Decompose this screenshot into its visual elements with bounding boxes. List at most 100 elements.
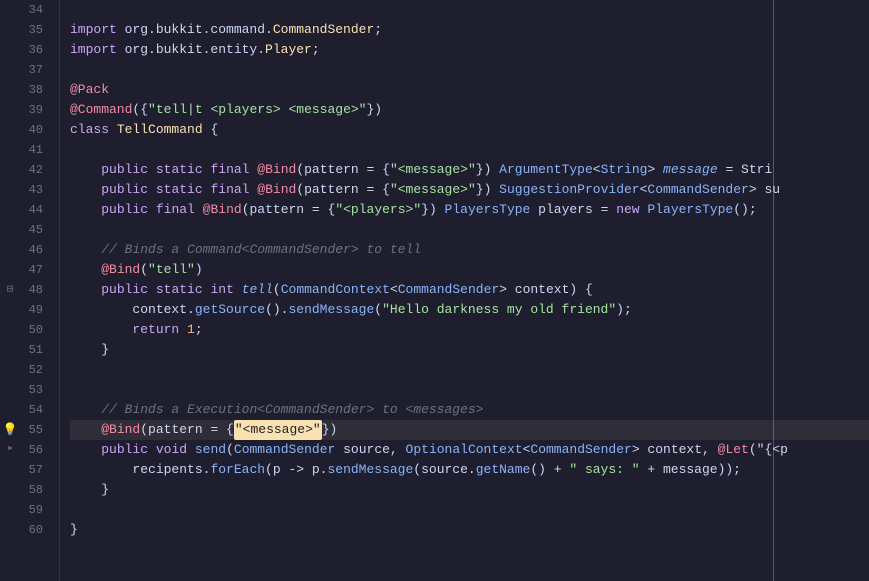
ann-bind-55: @Bind — [101, 420, 140, 440]
line-num-58: 58 — [20, 480, 51, 500]
icon-45 — [0, 220, 20, 240]
code-line-60: } — [70, 520, 869, 540]
assign-42: = Stri — [718, 160, 773, 180]
p2-56: source, — [335, 440, 405, 460]
code-line-39: @Command({"tell|t <players> <message>"}) — [70, 100, 869, 120]
s1-43 — [148, 180, 156, 200]
paren2-55: }) — [322, 420, 338, 440]
plain-35: org.bukkit.command. — [117, 20, 273, 40]
indent-48 — [70, 280, 101, 300]
p1-49: (). — [265, 300, 288, 320]
s1-48 — [148, 280, 156, 300]
line-num-39: 39 — [20, 100, 51, 120]
str-49: "Hello darkness my old friend" — [382, 300, 616, 320]
code-line-54: // Binds a Execution<CommandSender> to <… — [70, 400, 869, 420]
paren1-48: ( — [273, 280, 281, 300]
kw-public-56: public — [101, 440, 148, 460]
code-line-42: public static final @Bind(pattern = {"<m… — [70, 160, 869, 180]
brace-39: { — [140, 100, 148, 120]
line-num-44: 44 — [20, 200, 51, 220]
line-num-47: 47 — [20, 260, 51, 280]
semi-36: ; — [312, 40, 320, 60]
brace-51: } — [101, 340, 109, 360]
s2-44 — [195, 200, 203, 220]
kw-final-43: final — [210, 180, 249, 200]
paren1-43: (pattern = { — [296, 180, 390, 200]
line-num-40: 40 — [20, 120, 51, 140]
icon-50 — [0, 320, 20, 340]
kw-public-42: public — [101, 160, 148, 180]
line-num-59: 59 — [20, 500, 51, 520]
p2-57: (source. — [413, 460, 475, 480]
indent-42 — [70, 160, 101, 180]
fn2-49: sendMessage — [288, 300, 374, 320]
icon-37 — [0, 60, 20, 80]
kw-static-43: static — [156, 180, 203, 200]
code-line-58: } — [70, 480, 869, 500]
keyword-import-36: import — [70, 40, 117, 60]
icon-44 — [0, 200, 20, 220]
code-line-44: public final @Bind(pattern = {"<players>… — [70, 200, 869, 220]
comment-54: // Binds a Execution<CommandSender> to <… — [101, 400, 483, 420]
code-area: ⊟ 💡 ➤ 34 35 36 37 38 39 40 41 — [0, 0, 869, 581]
kw-final-42: final — [210, 160, 249, 180]
paren2-44: }) — [421, 200, 444, 220]
icon-53 — [0, 380, 20, 400]
s3-48 — [234, 280, 242, 300]
type2-42: String — [601, 160, 648, 180]
line-num-49: 49 — [20, 300, 51, 320]
paren-39: ( — [132, 100, 140, 120]
icon-42 — [0, 160, 20, 180]
str-42: "<message>" — [390, 160, 476, 180]
icon-60 — [0, 520, 20, 540]
var-42: message — [663, 160, 718, 180]
string-39: "tell|t <players> <message>" — [148, 100, 366, 120]
icon-41 — [0, 140, 20, 160]
space-40 — [109, 120, 117, 140]
line-num-48: 48 — [20, 280, 51, 300]
paren1-44: (pattern = { — [242, 200, 336, 220]
code-line-48: public static int tell(CommandContext<Co… — [70, 280, 869, 300]
indent-47 — [70, 260, 101, 280]
gen2-48: > context) { — [499, 280, 593, 300]
p1-56: ( — [226, 440, 234, 460]
line-num-43: 43 — [20, 180, 51, 200]
ann-bind-43: @Bind — [257, 180, 296, 200]
line-num-34: 34 — [20, 0, 51, 20]
s1-56 — [148, 440, 156, 460]
brace-40: { — [203, 120, 219, 140]
code-editor: ⊟ 💡 ➤ 34 35 36 37 38 39 40 41 — [0, 0, 869, 581]
p5-56: ("{<p — [749, 440, 788, 460]
line-num-37: 37 — [20, 60, 51, 80]
fn-send-57: sendMessage — [327, 460, 413, 480]
icon-48[interactable]: ⊟ — [0, 280, 20, 300]
icon-39 — [0, 100, 20, 120]
code-line-41 — [70, 140, 869, 160]
s3-43 — [249, 180, 257, 200]
code-line-49: context.getSource().sendMessage("Hello d… — [70, 300, 869, 320]
s2-42 — [203, 160, 211, 180]
code-line-51: } — [70, 340, 869, 360]
line-num-51: 51 — [20, 340, 51, 360]
icon-49 — [0, 300, 20, 320]
annotation-38: @Pack — [70, 80, 109, 100]
type-44: PlayersType — [445, 200, 531, 220]
indent-57 — [70, 460, 132, 480]
code-line-55: @Bind(pattern = {"<message>"}) — [70, 420, 869, 440]
icon-34 — [0, 0, 20, 20]
generic-43: < — [640, 180, 648, 200]
kw-public-43: public — [101, 180, 148, 200]
type3-56: CommandSender — [530, 440, 631, 460]
fn-tell-48: tell — [242, 280, 273, 300]
collapse-icon-48[interactable]: ⊟ — [7, 284, 14, 296]
code-line-57: recipents.forEach(p -> p.sendMessage(sou… — [70, 460, 869, 480]
kw-void-56: void — [156, 440, 187, 460]
line-num-53: 53 — [20, 380, 51, 400]
code-line-34 — [70, 0, 869, 20]
icon-56: ➤ — [0, 440, 20, 460]
code-line-59 — [70, 500, 869, 520]
p3-56: < — [523, 440, 531, 460]
code-content[interactable]: import org.bukkit.command. CommandSender;… — [60, 0, 869, 581]
icon-46 — [0, 240, 20, 260]
icon-35 — [0, 20, 20, 40]
